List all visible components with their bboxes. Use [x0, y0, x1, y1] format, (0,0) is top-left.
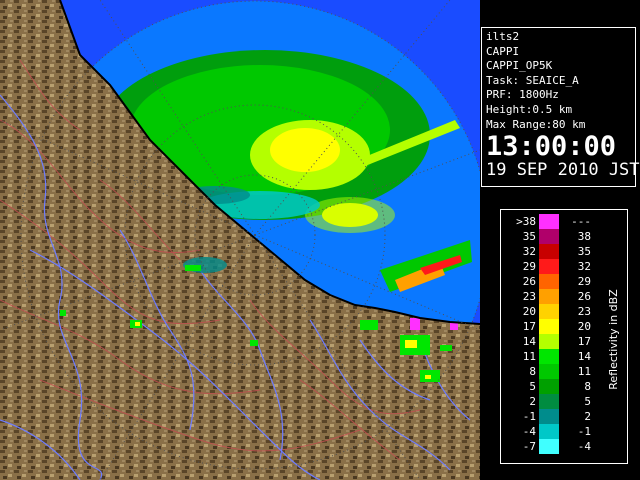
- legend-row: 11 14: [501, 349, 601, 364]
- product-code: CAPPI_OP5K: [486, 59, 553, 73]
- legend-lower-bound: 20: [522, 305, 536, 318]
- legend-color-swatch: [539, 229, 559, 244]
- legend-color-swatch: [539, 424, 559, 439]
- legend-lower-bound: -7: [522, 440, 536, 453]
- legend-color-swatch: [539, 274, 559, 289]
- legend-color-swatch: [539, 259, 559, 274]
- legend-row: 35 38: [501, 229, 601, 244]
- task-label: Task: SEAICE_A: [486, 73, 579, 87]
- legend-upper-bound: 35: [577, 245, 591, 258]
- legend-row: >38 ---: [501, 214, 601, 229]
- legend-color-swatch: [539, 214, 559, 229]
- legend-color-swatch: [539, 394, 559, 409]
- legend-lower-bound: 8: [529, 365, 536, 378]
- max-range-label: Max Range:80 km: [486, 117, 586, 131]
- legend-lower-bound: 32: [522, 245, 536, 258]
- legend-lower-bound: 17: [522, 320, 536, 333]
- prf-label: PRF: 1800Hz: [486, 88, 559, 102]
- legend-color-swatch: [539, 319, 559, 334]
- legend-lower-bound: 35: [522, 230, 536, 243]
- legend-lower-bound: -4: [522, 425, 536, 438]
- legend-row: 23 26: [501, 289, 601, 304]
- legend-color-swatch: [539, 244, 559, 259]
- observation-date: 19 SEP 2010 JST: [486, 160, 640, 181]
- legend-color-swatch: [539, 439, 559, 454]
- legend-color-swatch: [539, 289, 559, 304]
- legend-upper-bound: 5: [584, 395, 591, 408]
- legend-upper-bound: 2: [584, 410, 591, 423]
- legend-color-swatch: [539, 304, 559, 319]
- legend-upper-bound: -4: [577, 440, 591, 453]
- legend-color-swatch: [539, 364, 559, 379]
- legend-color-swatch: [539, 349, 559, 364]
- product-name: CAPPI: [486, 44, 520, 58]
- legend-lower-bound: 5: [529, 380, 536, 393]
- legend-unit-label-container: Reflectivity in dBZ: [601, 220, 625, 458]
- legend-lower-bound: -1: [522, 410, 536, 423]
- legend-color-swatch: [539, 334, 559, 349]
- legend-row: 29 32: [501, 259, 601, 274]
- legend-lower-bound: 29: [522, 260, 536, 273]
- legend-row: 17 20: [501, 319, 601, 334]
- legend-lower-bound: 11: [522, 350, 536, 363]
- legend-row: 26 29: [501, 274, 601, 289]
- legend-upper-bound: 11: [577, 365, 591, 378]
- legend-upper-bound: 8: [584, 380, 591, 393]
- legend-row: -4 -1: [501, 424, 601, 439]
- reflectivity-legend: >38 --- 35 38 32 35 29 32 26 29 23 26 20 23 17 20 14 17 11…: [500, 209, 628, 464]
- legend-upper-bound: 29: [577, 275, 591, 288]
- legend-row: -7 -4: [501, 439, 601, 454]
- legend-upper-bound: 20: [577, 320, 591, 333]
- legend-upper-bound: 32: [577, 260, 591, 273]
- legend-row: 8 11: [501, 364, 601, 379]
- legend-rows: >38 --- 35 38 32 35 29 32 26 29 23 26 20 23 17 20 14 17 11…: [501, 214, 601, 454]
- legend-row: 20 23: [501, 304, 601, 319]
- legend-row: 14 17: [501, 334, 601, 349]
- height-label: Height:0.5 km: [486, 102, 573, 116]
- observation-time: 13:00:00: [486, 131, 617, 163]
- legend-upper-bound: 26: [577, 290, 591, 303]
- legend-row: 58: [501, 379, 601, 394]
- legend-row: -1 2: [501, 409, 601, 424]
- legend-lower-bound: >38: [516, 215, 536, 228]
- legend-lower-bound: 23: [522, 290, 536, 303]
- radar-map-view[interactable]: [0, 0, 480, 480]
- legend-color-swatch: [539, 379, 559, 394]
- info-panel: ilts2 CAPPI CAPPI_OP5K Task: SEAICE_A PR…: [481, 27, 640, 187]
- legend-lower-bound: 2: [529, 395, 536, 408]
- legend-unit-label: Reflectivity in dBZ: [606, 288, 620, 390]
- radar-display-window: ilts2 CAPPI CAPPI_OP5K Task: SEAICE_A PR…: [0, 0, 640, 480]
- legend-upper-bound: 14: [577, 350, 591, 363]
- echo-area-peak: [270, 128, 340, 172]
- legend-row: 32 35: [501, 244, 601, 259]
- legend-upper-bound: 17: [577, 335, 591, 348]
- site-name: ilts2: [486, 30, 520, 43]
- radar-map-canvas: [0, 0, 480, 480]
- legend-lower-bound: 26: [522, 275, 536, 288]
- legend-row: 25: [501, 394, 601, 409]
- legend-upper-bound: ---: [571, 215, 591, 228]
- legend-upper-bound: 23: [577, 305, 591, 318]
- legend-upper-bound: -1: [577, 425, 591, 438]
- legend-upper-bound: 38: [577, 230, 591, 243]
- legend-lower-bound: 14: [522, 335, 536, 348]
- legend-color-swatch: [539, 409, 559, 424]
